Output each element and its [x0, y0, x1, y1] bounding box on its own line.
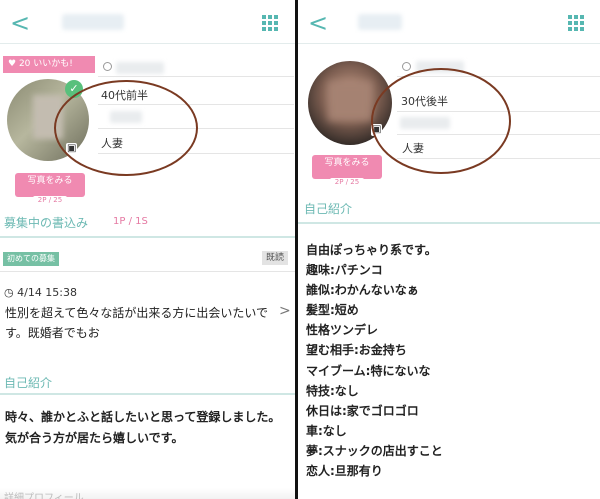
section-divider — [298, 222, 600, 224]
header: < — [0, 0, 296, 44]
intro-line: 誰似:わかんないなぁ — [306, 283, 419, 298]
first-post-tag: 初めての募集 — [3, 252, 59, 266]
post-datetime-label: 4/14 15:38 — [17, 286, 78, 299]
blurred-username — [358, 14, 402, 30]
left-screenshot: < ♥ 20 いいかも! ✓ ▣ 写真をみる 2P / 25 40代前半 人妻 … — [0, 0, 296, 499]
likes-badge-label: 20 いいかも! — [18, 59, 73, 69]
intro-text: 時々、誰かとふと話したいと思って登録しました。気が合う方が居たら嬉しいです。 — [5, 410, 281, 445]
header: < — [298, 0, 600, 44]
annotation-circle — [371, 68, 511, 174]
intro-list: 自由ぽっちゃり系です。 趣味:パチンコ 誰似:わかんないなぁ 髪型:短め 性格ツ… — [306, 240, 596, 481]
posts-count: 1P / 1S — [113, 216, 148, 227]
likes-badge: ♥ 20 いいかも! — [3, 56, 95, 73]
chevron-left-icon[interactable]: < — [308, 9, 328, 37]
view-photos-label: 写真をみる — [27, 176, 73, 186]
row-divider — [0, 271, 296, 272]
intro-line: 髪型:短め — [306, 303, 359, 318]
posts-section-title: 募集中の書込み — [4, 216, 89, 230]
intro-section-title: 自己紹介 — [304, 202, 353, 216]
detail-profile-section-title: 詳細プロフィール — [4, 493, 84, 499]
grid-menu-icon[interactable] — [568, 15, 584, 31]
blurred-location — [116, 62, 164, 74]
intro-line: 自由ぽっちゃり系です。 — [306, 243, 437, 257]
chevron-right-icon[interactable]: > — [279, 303, 291, 319]
view-photos-label: 写真をみる — [324, 158, 370, 168]
location-pin-icon — [402, 62, 411, 71]
view-photos-button[interactable]: 写真をみる 2P / 25 — [312, 155, 382, 186]
grid-menu-icon[interactable] — [262, 15, 278, 31]
intro-line: 恋人:旦那有り — [306, 464, 383, 479]
photo-pages-label: 2P / 25 — [32, 196, 68, 204]
section-divider — [0, 393, 296, 395]
blurred-username — [62, 14, 124, 30]
post-body[interactable]: 性別を超えて色々な話が出来る方に出会いたいです。既婚者でもお — [5, 303, 281, 343]
intro-line: 特技:なし — [306, 383, 359, 398]
chevron-left-icon[interactable]: < — [10, 9, 30, 37]
intro-line: 夢:スナックの店出すこと — [306, 443, 443, 458]
location-pin-icon — [103, 62, 112, 71]
intro-line: マイブーム:特にないな — [306, 363, 431, 378]
row-divider — [98, 76, 294, 77]
photo-pages-label: 2P / 25 — [329, 178, 365, 186]
view-photos-button[interactable]: 写真をみる 2P / 25 — [15, 173, 85, 204]
intro-line: 性格ツンデレ — [306, 323, 379, 338]
blurred-face — [328, 81, 372, 121]
clock-icon: ◷ — [4, 286, 14, 299]
annotation-circle — [54, 80, 198, 176]
intro-line: 望む相手:お金持ち — [306, 343, 407, 358]
post-datetime: ◷ 4/14 15:38 — [4, 286, 77, 299]
intro-line: 趣味:パチンコ — [306, 263, 383, 278]
read-badge: 既読 — [262, 251, 289, 265]
section-divider — [0, 236, 296, 238]
intro-line: 休日は:家でゴロゴロ — [306, 403, 419, 418]
intro-line: 車:なし — [306, 423, 347, 438]
intro-section-title: 自己紹介 — [4, 376, 53, 390]
